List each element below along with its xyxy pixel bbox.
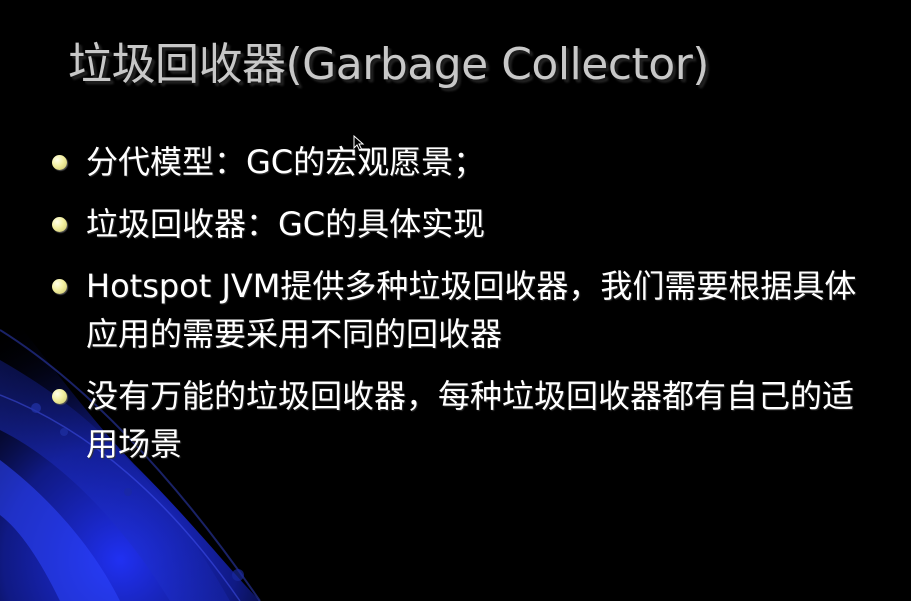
bullet-item: 分代模型：GC的宏观愿景； (52, 138, 872, 186)
slide: 垃圾回收器(Garbage Collector) 分代模型：GC的宏观愿景； 垃… (0, 0, 911, 601)
bullet-dot-icon (52, 389, 67, 404)
bullet-text: 分代模型：GC的宏观愿景； (86, 143, 486, 181)
bullet-item: 垃圾回收器：GC的具体实现 (52, 200, 872, 248)
bullet-text: Hotspot JVM提供多种垃圾回收器，我们需要根据具体应用的需要采用不同的回… (86, 267, 857, 353)
bullet-dot-icon (52, 155, 67, 170)
mouse-cursor-icon (353, 135, 365, 151)
bullet-item: Hotspot JVM提供多种垃圾回收器，我们需要根据具体应用的需要采用不同的回… (52, 262, 872, 358)
bullet-item: 没有万能的垃圾回收器，每种垃圾回收器都有自己的适用场景 (52, 372, 872, 468)
bullet-text: 垃圾回收器：GC的具体实现 (86, 205, 486, 243)
slide-title: 垃圾回收器(Garbage Collector) (68, 39, 709, 90)
bullet-dot-icon (52, 217, 67, 232)
bullet-dot-icon (52, 279, 67, 294)
bullet-list: 分代模型：GC的宏观愿景； 垃圾回收器：GC的具体实现 Hotspot JVM提… (52, 138, 872, 482)
bullet-text: 没有万能的垃圾回收器，每种垃圾回收器都有自己的适用场景 (86, 377, 855, 463)
